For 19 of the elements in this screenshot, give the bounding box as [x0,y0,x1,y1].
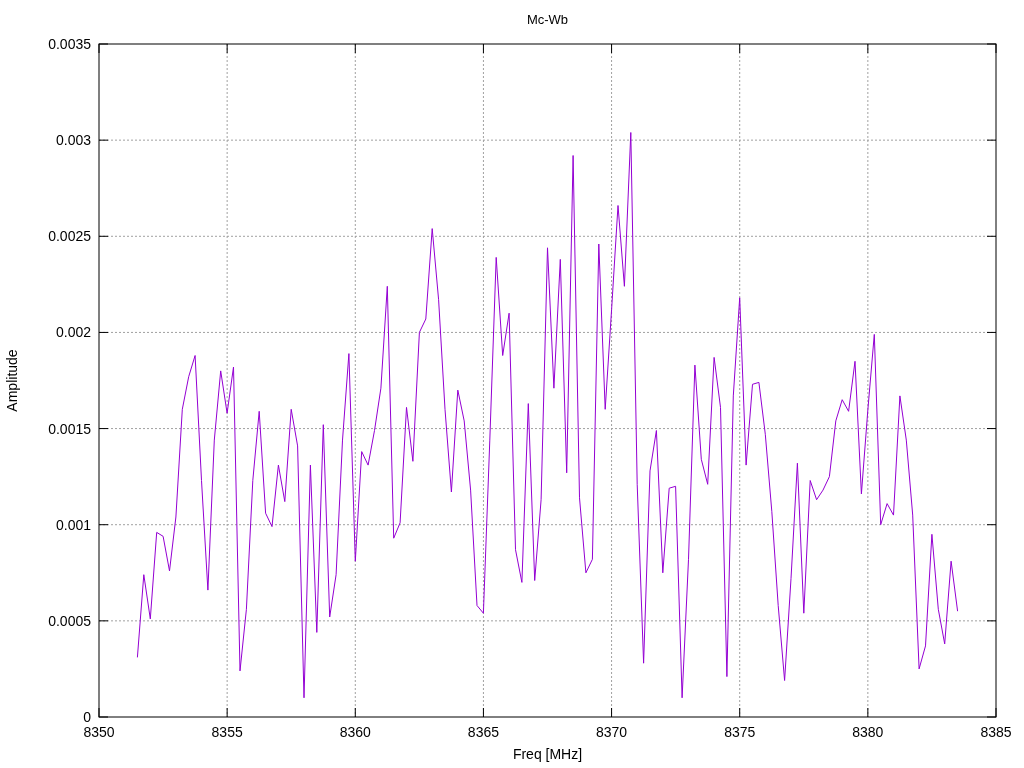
axis-tick-label: 0.003 [55,132,91,149]
axis-tick-label: 8380 [852,724,884,740]
axis-tick-label: 0 [83,709,91,725]
axis-tick-label: 0.0005 [48,612,91,629]
chart-title: Mc-Wb [526,12,569,27]
x-axis-label: Freq [MHz] [512,746,583,762]
axis-tick-label: 8365 [467,724,499,740]
axis-tick-label: 0.0015 [48,420,91,437]
axis-tick-label: 8355 [211,724,243,740]
axis-tick-label: 8360 [339,724,371,740]
y-axis-label: Amplitude [4,349,20,412]
axis-tick-label: 0.001 [55,516,91,533]
axis-tick-label: 8385 [980,724,1012,740]
axis-tick-label: 8370 [596,724,628,740]
axis-tick-label: 0.0035 [48,36,91,52]
axis-tick-label: 8375 [724,724,756,740]
axis-tick-label: 8350 [83,724,115,740]
axis-tick-label: 0.0025 [48,228,91,245]
axis-tick-label: 0.002 [55,324,91,341]
